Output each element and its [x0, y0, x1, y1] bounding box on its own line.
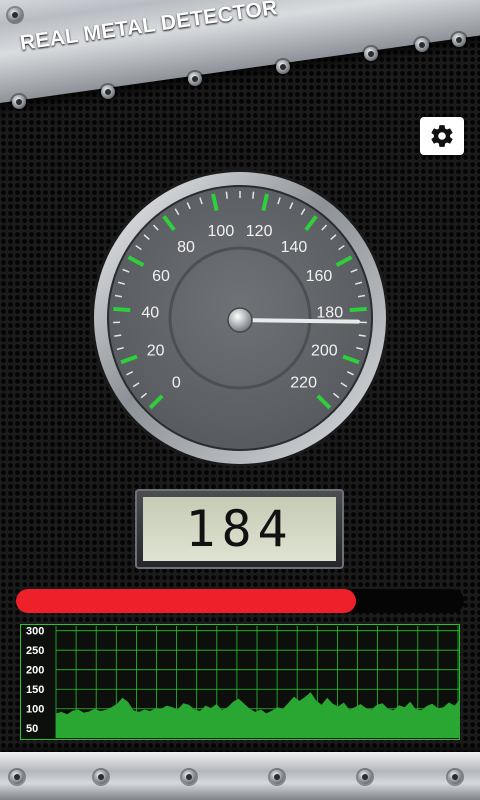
settings-button[interactable] — [420, 117, 464, 155]
gauge-label: 180 — [316, 305, 343, 322]
gauge-label: 60 — [152, 268, 170, 285]
gauge-minor-tick — [358, 334, 366, 337]
gauge-major-tick — [113, 306, 131, 313]
gauge-minor-tick — [225, 191, 228, 199]
screw-icon — [94, 770, 108, 784]
gear-icon — [431, 125, 453, 147]
screw-icon — [101, 85, 115, 99]
reading-value: 184 — [143, 497, 336, 561]
screw-icon — [452, 33, 466, 47]
signal-bar-fill — [16, 589, 357, 613]
gauge-label: 40 — [141, 305, 159, 322]
gauge-label: 80 — [177, 239, 195, 256]
screw-icon — [448, 770, 462, 784]
gauge-label: 220 — [290, 375, 317, 392]
signal-bar — [16, 589, 464, 613]
history-graph: 300 250 200 150 100 50 — [20, 624, 460, 740]
graph-y-label: 300 — [26, 626, 44, 638]
screw-icon — [182, 770, 196, 784]
gauge-dial: 0 20 40 60 80 100 120 140 160 180 200 220 — [91, 169, 389, 467]
gauge-label: 120 — [246, 223, 273, 240]
gauge-minor-tick — [252, 191, 255, 199]
digital-readout: 184 — [135, 489, 344, 569]
gauge-label: 100 — [208, 223, 235, 240]
gauge-needle — [238, 318, 360, 324]
gauge-minor-tick — [114, 334, 122, 337]
graph-y-label: 150 — [26, 684, 44, 696]
gauge-label: 0 — [172, 375, 181, 392]
graph-y-label: 100 — [26, 704, 44, 716]
screw-icon — [10, 770, 24, 784]
footer-metal-plate — [0, 752, 480, 800]
screw-icon — [276, 60, 290, 74]
gauge-label: 20 — [147, 342, 165, 359]
screw-icon — [8, 8, 22, 22]
screw-icon — [270, 770, 284, 784]
screw-icon — [12, 95, 26, 109]
graph-y-label: 50 — [26, 723, 38, 735]
screw-icon — [188, 72, 202, 86]
screw-icon — [358, 770, 372, 784]
gauge-label: 140 — [281, 239, 308, 256]
screw-icon — [415, 38, 429, 52]
graph-y-label: 250 — [26, 645, 44, 657]
graph-y-label: 200 — [26, 665, 44, 677]
screw-icon — [364, 47, 378, 61]
gauge-label: 160 — [306, 268, 333, 285]
gauge-major-tick — [349, 306, 367, 313]
gauge-label: 200 — [311, 342, 338, 359]
